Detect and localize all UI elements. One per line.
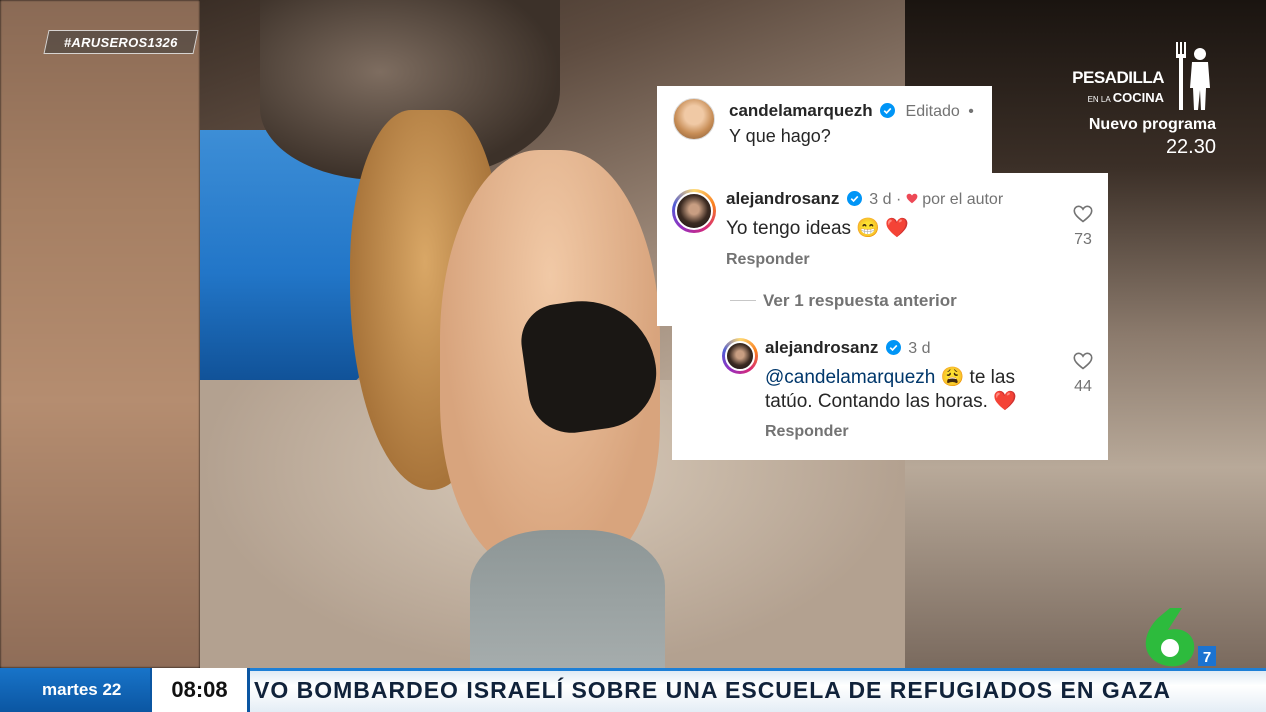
verified-badge-icon xyxy=(880,103,896,118)
comment-text: Yo tengo ideas 😁 ❤️ xyxy=(726,218,909,239)
post-caption: Y que hago? xyxy=(729,126,831,146)
tv-frame: #ARUSEROS1326 PESADILLA EN LA COCINA Nuev… xyxy=(0,0,1266,712)
reply-like: 44 xyxy=(1070,352,1096,396)
like-heart-icon[interactable] xyxy=(1073,205,1093,223)
photo-trousers xyxy=(470,530,665,668)
reply-comment-card: alejandrosanz 3 d @candelamarquezh 😩 te … xyxy=(672,324,1108,460)
comment-age: 3 d xyxy=(869,191,892,208)
meta-separator: • xyxy=(968,103,974,120)
like-count: 73 xyxy=(1074,231,1092,248)
post-username[interactable]: candelamarquezh xyxy=(729,101,873,120)
reply-author-avatar[interactable] xyxy=(722,338,758,374)
logo-line-2-prefix: EN LA xyxy=(1087,95,1111,104)
promo-subtitle: Nuevo programa xyxy=(1088,116,1216,133)
liked-by-author: por el autor xyxy=(922,191,1004,208)
reply-text-rest: 😩 te las xyxy=(935,367,1015,388)
show-hashtag: #ARUSEROS1326 xyxy=(43,30,199,54)
program-promo: PESADILLA EN LA COCINA Nuevo programa 22.… xyxy=(1046,40,1216,159)
ticker-headline: VO BOMBARDEO ISRAELÍ SOBRE UNA ESCUELA D… xyxy=(254,676,1172,703)
heart-filled-icon xyxy=(906,193,918,204)
comment-header: alejandrosanz 3 d · por el autor xyxy=(726,189,1003,209)
logo-line-2: EN LA COCINA xyxy=(1088,90,1164,105)
reply-username[interactable]: alejandrosanz xyxy=(765,338,878,357)
reply-age: 3 d xyxy=(908,340,931,357)
blurred-background-left xyxy=(0,0,200,668)
logo-line-1: PESADILLA xyxy=(1072,68,1164,87)
meta-separator: · xyxy=(895,191,902,208)
reply-button[interactable]: Responder xyxy=(765,423,849,441)
logo-line-2-word: COCINA xyxy=(1112,90,1164,105)
view-replies-button[interactable]: Ver 1 respuesta anterior xyxy=(763,291,957,311)
hashtag-text: #ARUSEROS1326 xyxy=(64,34,178,50)
ticker-date: martes 22 xyxy=(0,668,150,712)
reply-header: alejandrosanz 3 d xyxy=(765,338,931,358)
post-author-avatar[interactable] xyxy=(673,98,715,140)
verified-badge-icon xyxy=(846,191,862,206)
like-count: 44 xyxy=(1074,378,1092,395)
comment-username[interactable]: alejandrosanz xyxy=(726,189,839,208)
commenter-avatar[interactable] xyxy=(672,189,716,233)
reply-text-line-1: @candelamarquezh 😩 te las xyxy=(765,365,1015,389)
lasexta-logo-icon: 7 xyxy=(1145,608,1216,667)
mention-link[interactable]: @candelamarquezh xyxy=(765,367,935,388)
like-heart-icon[interactable] xyxy=(1073,352,1093,370)
pesadilla-logo: PESADILLA EN LA COCINA xyxy=(1046,40,1216,112)
chef-fork-icon xyxy=(1176,42,1210,110)
post-edited-label: Editado xyxy=(905,103,960,120)
reply-button[interactable]: Responder xyxy=(726,251,810,269)
channel-badge: 7 xyxy=(1203,649,1211,666)
promo-time: 22.30 xyxy=(1165,136,1216,158)
verified-badge-icon xyxy=(885,340,901,355)
news-ticker: martes 22 08:08 VO BOMBARDEO ISRAELÍ SOB… xyxy=(0,668,1266,712)
comment-like: 73 xyxy=(1070,205,1096,249)
post-header: candelamarquezh Editado • xyxy=(729,101,974,121)
ticker-clock: 08:08 xyxy=(150,668,250,712)
replies-divider xyxy=(730,300,756,301)
reply-text-line-2: tatúo. Contando las horas. ❤️ xyxy=(765,391,1017,412)
comment-card: alejandrosanz 3 d · por el autor Yo teng… xyxy=(660,173,1108,325)
